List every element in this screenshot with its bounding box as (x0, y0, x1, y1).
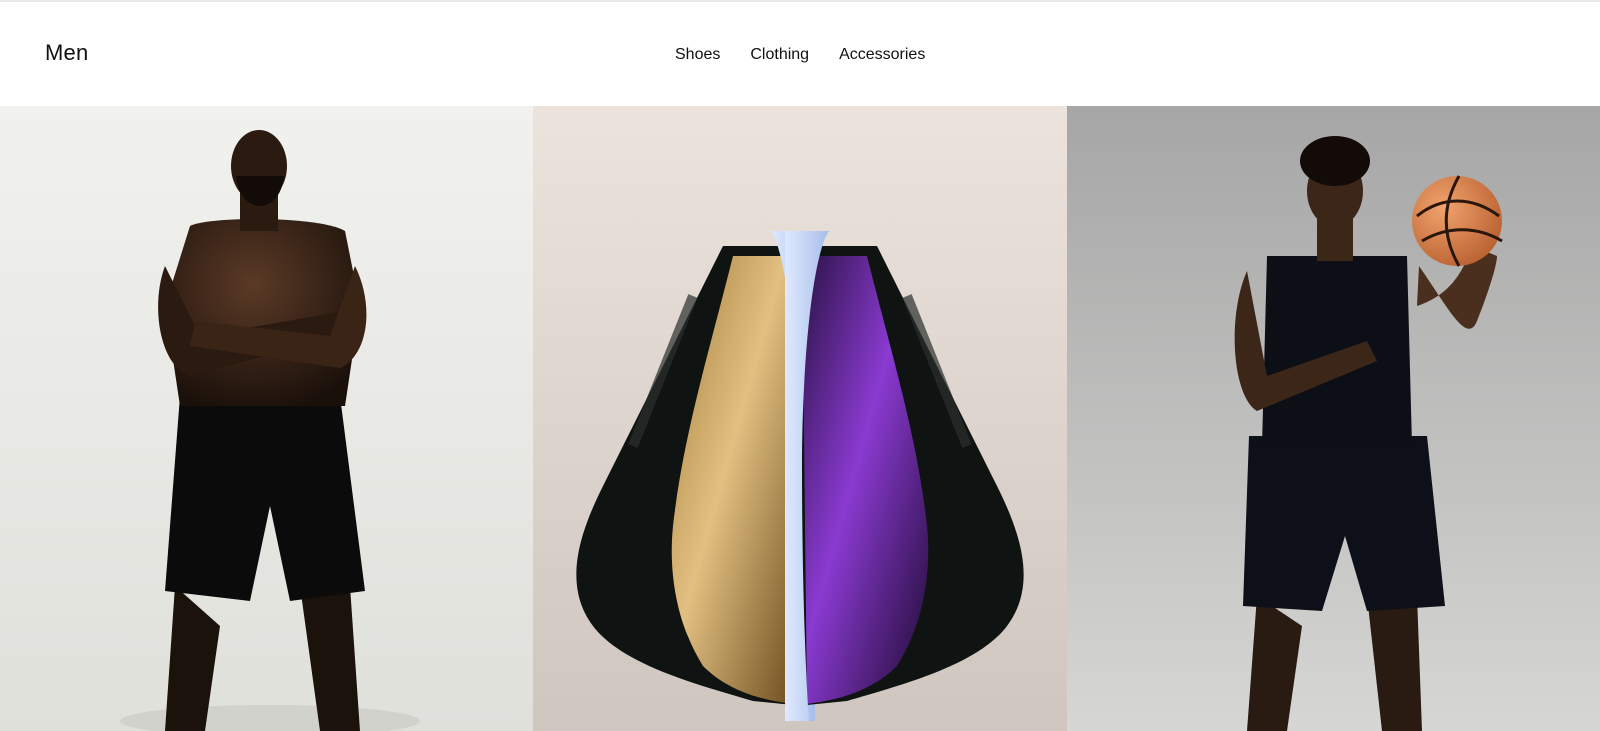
shoes-gold-purple-image (533, 106, 1067, 731)
hero-tile-athlete-arms-crossed[interactable] (0, 106, 534, 731)
nav-link-shoes[interactable]: Shoes (675, 46, 720, 64)
site-header: Men Shoes Clothing Accessories (0, 2, 1600, 106)
hero-tile-athlete-holding-basketball[interactable] (1066, 106, 1600, 731)
nav-link-clothing[interactable]: Clothing (750, 46, 809, 64)
hero-gallery (0, 106, 1600, 731)
nav-link-accessories[interactable]: Accessories (839, 46, 925, 64)
athlete-holding-basketball-image (1066, 106, 1600, 731)
category-nav: Shoes Clothing Accessories (675, 46, 925, 64)
athlete-arms-crossed-image (0, 106, 534, 731)
page-title: Men (45, 40, 89, 65)
hero-tile-shoes-gold-purple[interactable] (533, 106, 1067, 731)
